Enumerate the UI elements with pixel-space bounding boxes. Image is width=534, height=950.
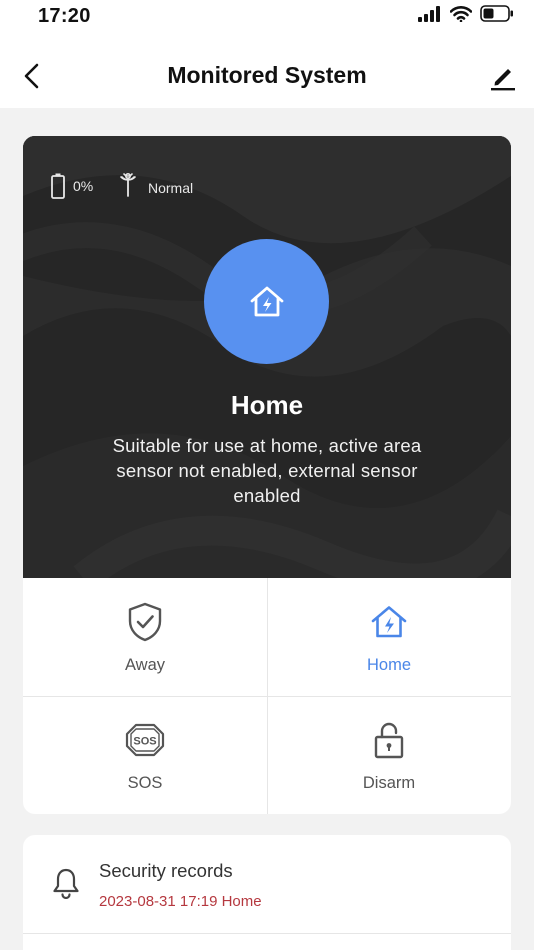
current-mode-title: Home xyxy=(230,390,304,420)
records-divider xyxy=(23,933,511,934)
nav-bar: Monitored System xyxy=(0,44,534,108)
mode-home-button[interactable]: Home xyxy=(267,578,511,696)
edit-button[interactable] xyxy=(486,60,520,94)
mode-status-panel: 0% Normal Home Suitable for use at home,… xyxy=(23,136,511,578)
wifi-icon xyxy=(449,5,473,27)
cellular-signal-icon xyxy=(418,5,442,27)
home-bolt-icon xyxy=(250,286,283,316)
home-bolt-icon xyxy=(371,606,407,638)
mode-sos-button[interactable]: SOS SOS xyxy=(23,696,267,814)
unlock-icon xyxy=(374,722,404,759)
status-time: 17:20 xyxy=(38,5,91,27)
mode-disarm-label: Disarm xyxy=(362,774,416,792)
mode-away-button[interactable]: Away xyxy=(23,578,267,696)
signal-status: Normal xyxy=(148,180,194,196)
mode-sos-label: SOS xyxy=(127,774,163,792)
security-records-title: Security records xyxy=(99,860,233,881)
sos-icon: SOS xyxy=(125,723,165,757)
pencil-icon xyxy=(491,69,515,91)
current-mode-badge xyxy=(204,239,329,364)
current-mode-description: Suitable for use at home, active area se… xyxy=(112,435,422,506)
shield-check-icon xyxy=(128,602,162,642)
security-records-latest: 2023-08-31 17:19 Home xyxy=(99,893,262,910)
mode-selector: Away Home SOS SOS Disarm xyxy=(23,578,511,814)
antenna-icon xyxy=(120,173,136,197)
mode-disarm-button[interactable]: Disarm xyxy=(267,696,511,814)
status-bar: 17:20 xyxy=(0,0,534,44)
security-records-card[interactable]: Security records 2023-08-31 17:19 Home xyxy=(23,835,511,950)
page-title: Monitored System xyxy=(167,62,367,88)
mode-away-label: Away xyxy=(124,656,166,674)
device-signal: Normal xyxy=(118,167,193,197)
bell-icon xyxy=(53,868,79,900)
battery-empty-icon xyxy=(51,173,65,199)
device-battery: 0% xyxy=(51,173,93,199)
svg-text:SOS: SOS xyxy=(133,736,156,748)
battery-percent: 0% xyxy=(73,178,94,194)
status-icons xyxy=(418,5,514,27)
mode-home-label: Home xyxy=(366,656,411,674)
battery-status-icon xyxy=(480,5,514,27)
